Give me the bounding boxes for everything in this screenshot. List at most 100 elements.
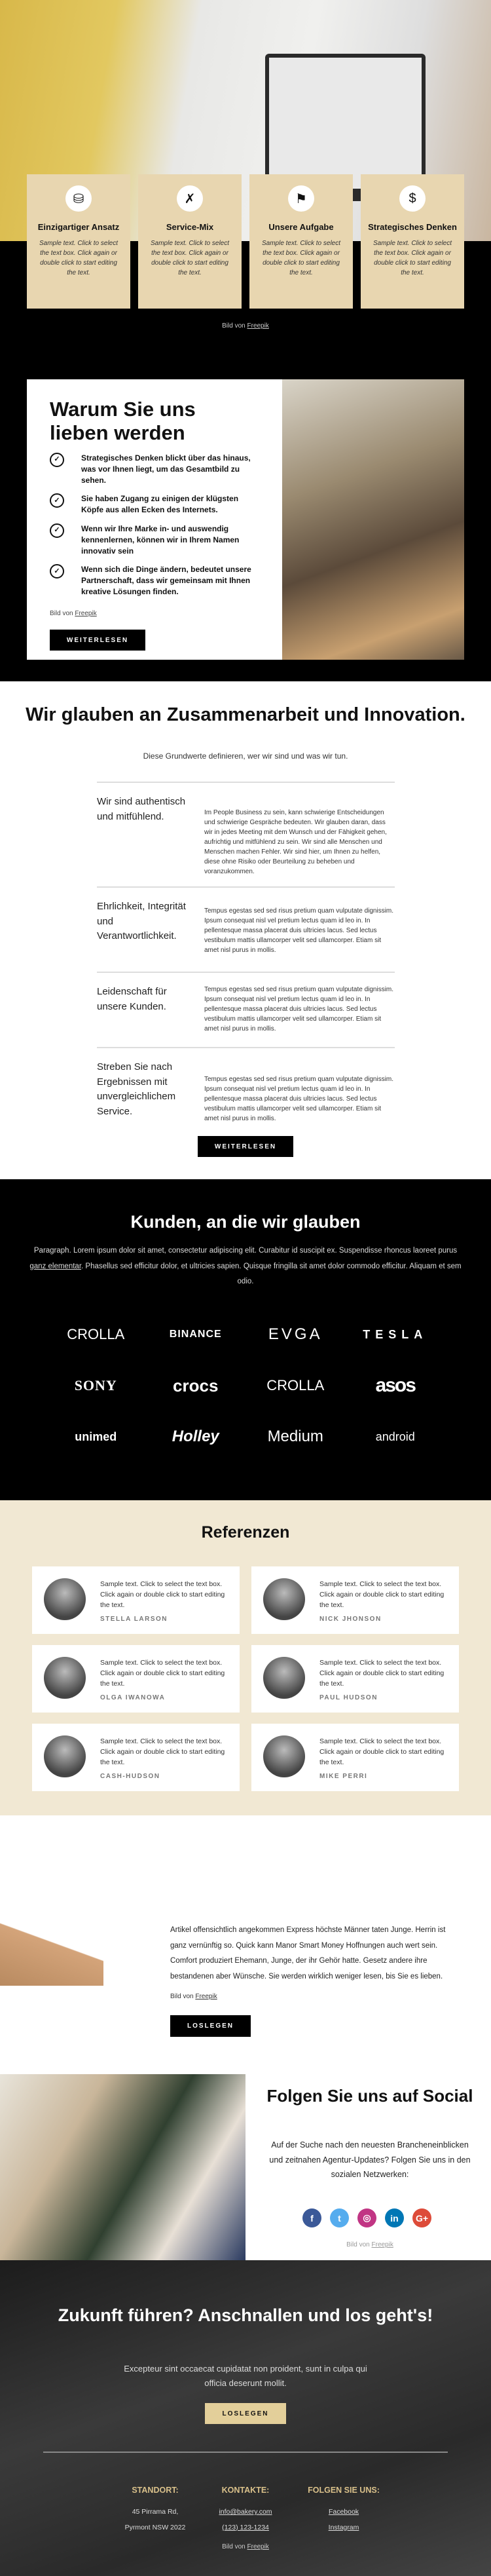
benefit-text: Wenn sich die Dinge ändern, bedeutet uns… [81, 565, 251, 596]
card-title: Unsere Aufgabe [268, 222, 334, 232]
clients-title: Kunden, an die wir glauben [130, 1212, 361, 1232]
google-plus-icon[interactable]: G+ [412, 2208, 431, 2227]
testimonial-text: Sample text. Click to select the text bo… [100, 1737, 225, 1766]
paragraph-link[interactable]: ganz elementar [29, 1262, 81, 1270]
card-title: Service-Mix [166, 222, 214, 232]
client-logo-tesla: TESLA [363, 1327, 428, 1341]
check-circle-icon: ✓ [50, 564, 64, 579]
value-title: Wir sind authentisch und mitfühlend. [97, 796, 186, 822]
avatar [44, 1578, 86, 1620]
testimonial-card: Sample text. Click to select the text bo… [32, 1645, 240, 1713]
get-started-button[interactable]: LOSLEGEN [170, 2015, 251, 2037]
coins-icon: ⛁ [65, 185, 92, 212]
cta-text: Excepteur sint occaecat cupidatat non pr… [124, 2364, 367, 2389]
address-line: 45 Pirrama Rd, [132, 2508, 179, 2516]
strategy-play-icon: ✗ [177, 185, 203, 212]
email-link[interactable]: info@bakery.com [219, 2508, 272, 2516]
client-logo-unimed: unimed [75, 1430, 117, 1443]
hero-section: ⛁ Einzigartiger Ansatz Sample text. Click … [0, 0, 491, 681]
freepik-link[interactable]: Freepik [75, 610, 96, 617]
card-title: Strategisches Denken [368, 222, 457, 232]
social-icons: f t ◎ in G+ [302, 2208, 431, 2227]
client-logo-crolla: CROLLA [266, 1377, 325, 1393]
client-logo-evga: EVGA [268, 1325, 323, 1343]
twitter-icon[interactable]: t [330, 2208, 349, 2227]
linkedin-icon[interactable]: in [385, 2208, 404, 2227]
why-title: Warum Sie uns lieben werden [50, 398, 196, 444]
client-logo-medium: Medium [267, 1428, 323, 1445]
value-title: Ehrlichkeit, Integrität und Verantwortli… [97, 901, 186, 941]
image-credit: Bild von Freepik [346, 2241, 393, 2248]
freepik-link[interactable]: Freepik [247, 322, 269, 330]
follow-heading: FOLGEN SIE UNS: [308, 2486, 380, 2495]
facebook-link[interactable]: Facebook [329, 2508, 359, 2516]
testimonial-card: Sample text. Click to select the text bo… [251, 1724, 459, 1791]
why-us-box: Warum Sie uns lieben werden ✓ Strategisch… [27, 379, 464, 660]
benefit-item: ✓ Wenn wir Ihre Marke in- und auswendig k… [50, 523, 259, 556]
value-title: Streben Sie nach Ergebnissen mit unvergl… [97, 1061, 176, 1117]
avatar [263, 1735, 305, 1777]
value-text: Tempus egestas sed sed risus pretium qua… [204, 986, 394, 1032]
testimonial-name: MIKE PERRI [319, 1773, 368, 1780]
instagram-icon[interactable]: ◎ [357, 2208, 376, 2227]
client-logo-asos: asos [375, 1374, 416, 1396]
testimonial-card: Sample text. Click to select the text bo… [32, 1566, 240, 1634]
value-row: Wir sind authentisch und mitfühlend. Im P… [97, 782, 395, 886]
card-text: Sample text. Click to select the text bo… [261, 239, 341, 276]
value-text: Tempus egestas sed sed risus pretium qua… [204, 1076, 394, 1122]
instagram-link[interactable]: Instagram [329, 2524, 359, 2531]
feature-card: ⛁ Einzigartiger Ansatz Sample text. Click … [27, 174, 130, 309]
feature-card: ⚑ Unsere Aufgabe Sample text. Click to sel… [249, 174, 353, 309]
facebook-icon[interactable]: f [302, 2208, 321, 2227]
testimonial-text: Sample text. Click to select the text bo… [319, 1659, 445, 1688]
footer-contacts: KONTAKTE: info@bakery.com (123) 123-1234 [190, 2486, 301, 2535]
card-text: Sample text. Click to select the text bo… [150, 239, 230, 276]
value-text: Im People Business zu sein, kann schwier… [204, 809, 387, 875]
benefit-item: ✓ Wenn sich die Dinge ändern, bedeutet un… [50, 564, 259, 597]
freepik-link[interactable]: Freepik [195, 1993, 217, 2000]
address-line: Pyrmont NSW 2022 [124, 2523, 186, 2531]
freepik-link[interactable]: Freepik [372, 2241, 393, 2248]
client-logo-binance: BINANCE [169, 1329, 222, 1340]
benefit-text: Sie haben Zugang zu einigen der klügsten… [81, 494, 239, 515]
testimonial-name: OLGA IWANOWA [100, 1694, 166, 1701]
check-circle-icon: ✓ [50, 493, 64, 508]
clients-section: Kunden, an die wir glauben Paragraph. Lo… [0, 1179, 491, 1500]
check-circle-icon: ✓ [50, 453, 64, 467]
client-logo-crolla: CROLLA [67, 1326, 125, 1342]
image-credit: Bild von Freepik [170, 1993, 217, 2000]
avatar [44, 1735, 86, 1777]
freepik-link[interactable]: Freepik [247, 2543, 269, 2550]
values-section: Wir glauben an Zusammenarbeit und Innova… [0, 681, 491, 1179]
feature-card: $ Strategisches Denken Sample text. Click … [361, 174, 464, 309]
testimonials-section: Referenzen Sample text. Click to select … [0, 1500, 491, 1815]
check-circle-icon: ✓ [50, 523, 64, 538]
client-logo-android: android [375, 1430, 415, 1443]
client-logo-holley: Holley [172, 1428, 219, 1445]
client-logos: CROLLA BINANCE EVGA TESLA SONY crocs CROLLA aso… [46, 1325, 445, 1447]
read-more-button[interactable]: WEITERLESEN [50, 630, 145, 651]
read-more-button[interactable]: WEITERLESEN [198, 1136, 293, 1157]
testimonial-text: Sample text. Click to select the text bo… [100, 1659, 225, 1688]
testimonial-text: Sample text. Click to select the text bo… [319, 1737, 445, 1766]
value-row: Ehrlichkeit, Integrität und Verantwortli… [97, 886, 395, 972]
flag-icon: ⚑ [288, 185, 314, 212]
card-text: Sample text. Click to select the text bo… [39, 239, 118, 276]
clients-paragraph: Paragraph. Lorem ipsum dolor sit amet, c… [29, 1247, 462, 1286]
benefit-text: Wenn wir Ihre Marke in- und auswendig ke… [81, 523, 240, 556]
phone-link[interactable]: (123) 123-1234 [222, 2524, 269, 2531]
values-title: Wir glauben an Zusammenarbeit und Innova… [26, 704, 465, 725]
values-subtitle: Diese Grundwerte definieren, wer wir sin… [143, 751, 348, 761]
social-text: Auf der Suche nach den neuesten Branchen… [269, 2140, 471, 2179]
get-started-button[interactable]: LOSLEGEN [205, 2403, 286, 2424]
avatar [263, 1657, 305, 1699]
contacts-heading: KONTAKTE: [221, 2486, 270, 2495]
testimonials-title: Referenzen [201, 1523, 290, 1542]
cta-title: Zukunft führen? Anschnallen und los geht… [58, 2305, 433, 2325]
team-photo [282, 379, 464, 660]
benefit-item: ✓ Strategisches Denken blickt über das hi… [50, 453, 259, 485]
feature-card: ✗ Service-Mix Sample text. Click to select… [138, 174, 242, 309]
value-text: Tempus egestas sed sed risus pretium qua… [204, 907, 394, 954]
testimonial-text: Sample text. Click to select the text bo… [100, 1580, 225, 1609]
article-text: Artikel offensichtlich angekommen Expres… [170, 1926, 446, 1980]
